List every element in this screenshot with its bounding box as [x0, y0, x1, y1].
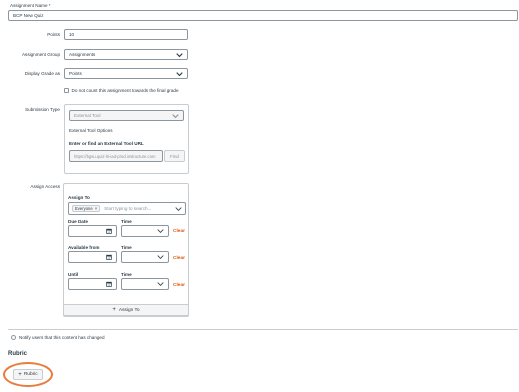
find-button[interactable]: Find [164, 150, 185, 162]
available-time-select[interactable] [121, 251, 169, 263]
assignment-name-value: BCP New Quiz [13, 13, 44, 18]
chevron-down-icon [175, 206, 182, 211]
chevron-down-icon [176, 71, 183, 76]
chevron-down-icon [157, 255, 164, 259]
display-grade-value: Points [69, 71, 82, 76]
chevron-down-icon [172, 113, 179, 118]
assignment-name-label: Assignment Name * [10, 3, 51, 8]
find-button-label: Find [170, 153, 179, 159]
external-tool-options-heading: External Tool Options [69, 128, 113, 133]
available-from-input[interactable] [68, 251, 117, 263]
points-label: Points [47, 32, 60, 37]
until-time-label: Time [121, 272, 132, 277]
submission-type-select[interactable]: External Tool [69, 110, 184, 121]
until-clear-link[interactable]: Clear [173, 283, 185, 288]
assign-access-panel: Assign To Everyone × Start typing to sea… [63, 183, 189, 317]
assignment-group-value: Assignments [69, 52, 96, 57]
rubric-button-label: Rubric [23, 372, 38, 377]
assignee-chip[interactable]: Everyone × [72, 205, 101, 212]
chevron-down-icon [157, 229, 164, 233]
available-from-clear-link[interactable]: Clear [173, 256, 185, 261]
until-label: Until [68, 272, 79, 277]
final-grade-option[interactable]: Do not count this assignment towards the… [64, 88, 179, 93]
assignment-group-select[interactable]: Assignments [64, 49, 188, 60]
points-value: 10 [69, 32, 75, 37]
calendar-icon[interactable] [106, 228, 112, 234]
calendar-icon[interactable] [106, 281, 112, 287]
until-date-input[interactable] [68, 278, 117, 290]
assign-to-input[interactable]: Everyone × Start typing to search... [68, 202, 186, 215]
assign-to-label: Assign To [68, 195, 90, 200]
add-assign-to-label: Assign To [118, 307, 140, 313]
due-date-clear-link[interactable]: Clear [173, 229, 185, 234]
calendar-icon[interactable] [106, 254, 112, 260]
final-grade-checkbox-label: Do not count this assignment towards the… [71, 88, 179, 93]
chevron-down-icon [157, 282, 164, 286]
display-grade-select[interactable]: Points [64, 68, 188, 79]
display-grade-label: Display Grade as [24, 71, 60, 76]
submission-type-label: Submission Type [25, 107, 60, 112]
due-time-select[interactable] [121, 225, 169, 237]
remove-chip-icon[interactable]: × [95, 206, 97, 211]
due-date-input[interactable] [68, 225, 117, 237]
submission-type-value: External Tool [74, 113, 101, 118]
assignment-name-input[interactable]: BCP New Quiz [8, 10, 518, 21]
submission-type-panel: External Tool External Tool Options Ente… [64, 104, 189, 174]
notify-label: Notify users that this content has chang… [19, 335, 105, 340]
due-time-label: Time [121, 219, 132, 224]
until-time-select[interactable] [121, 278, 169, 290]
external-tool-url-input[interactable]: https://bgsu.quiz-lti-iad-prod.instructu… [69, 150, 163, 162]
plus-icon: + [112, 307, 116, 313]
assignment-group-label: Assignment Group [21, 52, 60, 57]
available-time-label: Time [121, 245, 132, 250]
rubric-heading: Rubric [8, 351, 28, 357]
add-assign-to-button[interactable]: + Assign To [63, 304, 189, 316]
add-rubric-button[interactable]: + Rubric [13, 369, 43, 380]
assign-to-search-placeholder: Start typing to search... [104, 206, 152, 211]
available-from-label: Available from [68, 245, 100, 250]
external-tool-url-heading: Enter or find an External Tool URL [69, 141, 144, 146]
external-tool-url-value: https://bgsu.quiz-lti-iad-prod.instructu… [74, 153, 156, 159]
assign-access-label: Assign Access [30, 184, 60, 189]
notify-checkbox[interactable] [11, 335, 16, 340]
points-input[interactable]: 10 [64, 29, 188, 40]
plus-icon: + [18, 371, 22, 378]
final-grade-checkbox[interactable] [64, 88, 69, 93]
due-date-label: Due Date [68, 219, 88, 224]
section-divider [8, 329, 518, 330]
assignee-chip-label: Everyone [75, 206, 93, 211]
chevron-down-icon [176, 52, 183, 57]
notify-option[interactable]: Notify users that this content has chang… [11, 335, 105, 340]
